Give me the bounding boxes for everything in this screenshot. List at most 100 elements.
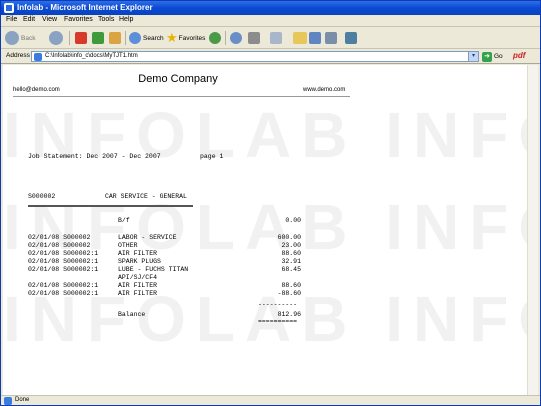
- row-description: LABOR - SERVICE: [118, 234, 177, 241]
- page-status-icon: [4, 397, 12, 405]
- messenger-button[interactable]: [345, 30, 357, 46]
- search-icon: [129, 32, 141, 44]
- mail-icon: [230, 32, 242, 44]
- print-button[interactable]: [248, 30, 260, 46]
- home-button[interactable]: [109, 30, 121, 46]
- toolbar-separator: [125, 31, 126, 45]
- menu-view[interactable]: View: [42, 16, 57, 23]
- menu-help[interactable]: Help: [119, 16, 133, 23]
- menu-favorites[interactable]: Favorites: [64, 16, 93, 23]
- row-date: 02/01/08 S000002:1: [28, 290, 99, 297]
- status-text: Done: [15, 397, 30, 403]
- back-label: Back: [21, 34, 36, 42]
- discuss-icon: [309, 32, 321, 44]
- vertical-scrollbar[interactable]: [527, 65, 538, 395]
- row-description: SPARK PLUGS: [118, 258, 161, 265]
- edit-button[interactable]: [270, 30, 282, 46]
- title-bar[interactable]: Infolab - Microsoft Internet Explorer: [1, 1, 540, 15]
- history-icon: [209, 32, 221, 44]
- favorites-label: Favorites: [178, 34, 206, 42]
- search-button[interactable]: Search: [129, 30, 164, 46]
- page-content: INFOLAB INFOLAB INFOLAB INFOLAB INFOLAB …: [3, 65, 538, 395]
- page-icon: [34, 53, 42, 61]
- favorites-button[interactable]: ★ Favorites: [166, 30, 205, 46]
- row-amount: 23.00: [281, 242, 301, 249]
- back-arrow-icon: [5, 31, 19, 45]
- row-date: 02/01/08 S000002:1: [28, 258, 99, 265]
- row-date: 02/01/08 S000002: [28, 234, 91, 241]
- subtotal-rule: ----------: [258, 301, 298, 308]
- go-label: Go: [494, 53, 503, 60]
- company-website: www.demo.com: [303, 87, 346, 93]
- menu-bar: File Edit View Favorites Tools Help: [1, 15, 540, 27]
- pdf-toolbar-button[interactable]: pdf: [513, 51, 525, 60]
- back-button[interactable]: Back: [5, 30, 35, 46]
- row-description: LUBE - FUCHS TITAN: [118, 266, 189, 273]
- account-code: S000002: [28, 193, 56, 200]
- header-divider: [13, 96, 350, 97]
- statement-row: 02/01/08 S000002:1 AIR FILTER -88.60: [3, 290, 403, 299]
- refresh-button[interactable]: [92, 30, 104, 46]
- status-bar: Done: [1, 395, 540, 405]
- address-bar: Address C:\Infolab\info_c\docs\MyTJT1.ht…: [1, 49, 540, 64]
- toolbar-separator: [69, 31, 70, 45]
- statement-row: B/f 0.00: [3, 217, 403, 226]
- messenger-icon: [345, 32, 357, 44]
- stop-button[interactable]: [75, 30, 87, 46]
- favorites-star-icon: ★: [166, 30, 178, 45]
- account-divider: [28, 205, 193, 207]
- balance-label: Balance: [118, 311, 146, 318]
- refresh-icon: [92, 32, 104, 44]
- row-description: AIR FILTER: [118, 250, 158, 257]
- row-date: 02/01/08 S000002:1: [28, 250, 99, 257]
- toolbar: Back Search ★ Favorites: [1, 27, 540, 49]
- account-description: CAR SERVICE - GENERAL: [105, 193, 187, 200]
- row-description: AIR FILTER: [118, 282, 158, 289]
- row-amount: 32.91: [281, 258, 301, 265]
- menu-file[interactable]: File: [6, 16, 17, 23]
- window-title: Infolab - Microsoft Internet Explorer: [17, 3, 153, 12]
- menu-tools[interactable]: Tools: [98, 16, 114, 23]
- row-date: 02/01/08 S000002:1: [28, 266, 99, 273]
- folder-icon: [293, 32, 307, 44]
- ie-app-icon: [4, 3, 14, 13]
- row-description: AIR FILTER: [118, 290, 158, 297]
- total-rule: ==========: [258, 318, 298, 325]
- home-icon: [109, 32, 121, 44]
- row-amount: 88.60: [281, 250, 301, 257]
- statement-title: Job Statement: Dec 2007 - Dec 2007: [28, 153, 161, 160]
- search-label: Search: [143, 34, 164, 42]
- company-name: Demo Company: [138, 73, 218, 85]
- row-description: OTHER: [118, 242, 138, 249]
- mail-button[interactable]: [230, 30, 242, 46]
- address-url: C:\Infolab\info_c\docs\MyTJT1.htm: [45, 53, 138, 59]
- row-description: API/SJ/CF4: [118, 274, 158, 281]
- address-input[interactable]: C:\Infolab\info_c\docs\MyTJT1.htm ▾: [31, 51, 479, 62]
- menu-edit[interactable]: Edit: [23, 16, 35, 23]
- history-button[interactable]: [209, 30, 221, 46]
- go-arrow-icon: ➜: [482, 51, 492, 62]
- edit-icon: [270, 32, 282, 44]
- row-amount: 88.60: [281, 282, 301, 289]
- row-amount: 600.00: [277, 234, 301, 241]
- folder-button[interactable]: [293, 30, 307, 46]
- go-button[interactable]: ➜ Go: [482, 51, 503, 62]
- research-icon: [325, 32, 337, 44]
- address-label: Address: [6, 52, 30, 59]
- print-icon: [248, 32, 260, 44]
- forward-arrow-icon: [49, 31, 63, 45]
- row-amount: 68.45: [281, 266, 301, 273]
- company-email: hello@demo.com: [13, 87, 60, 93]
- row-date: 02/01/08 S000002:1: [28, 282, 99, 289]
- row-date: 02/01/08 S000002: [28, 242, 91, 249]
- stop-icon: [75, 32, 87, 44]
- forward-button[interactable]: [49, 30, 63, 46]
- research-button[interactable]: [325, 30, 337, 46]
- balance-amount: 812.96: [277, 311, 301, 318]
- address-dropdown-icon[interactable]: ▾: [468, 52, 478, 61]
- browser-window: Infolab - Microsoft Internet Explorer Fi…: [0, 0, 541, 406]
- page-number: page 1: [200, 153, 224, 160]
- row-amount: -88.60: [277, 290, 301, 297]
- toolbar-separator: [225, 31, 226, 45]
- discuss-button[interactable]: [309, 30, 321, 46]
